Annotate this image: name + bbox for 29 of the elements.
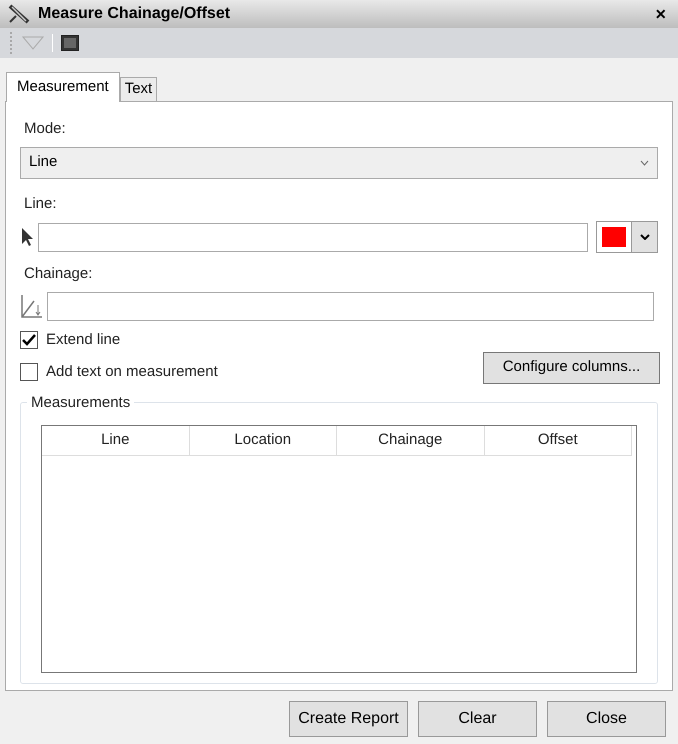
checkbox-label: Add text on measurement: [46, 362, 218, 382]
mode-label: Mode:: [24, 119, 67, 139]
dialog-button[interactable]: Create Report: [289, 701, 408, 737]
chainage-icon[interactable]: [20, 293, 44, 319]
column-header[interactable]: Offset: [484, 426, 632, 454]
column-header[interactable]: Chainage: [337, 426, 484, 454]
pointer-icon[interactable]: [20, 227, 34, 247]
configure-columns-button[interactable]: Configure columns...: [483, 352, 660, 384]
checkbox[interactable]: [20, 363, 38, 382]
chevron-down-icon: [640, 160, 649, 166]
mode-dropdown[interactable]: Line: [20, 146, 658, 178]
checkbox-label: Extend line: [46, 330, 120, 350]
console-icon[interactable]: [61, 35, 79, 51]
color-picker[interactable]: [596, 221, 658, 253]
dialog-button[interactable]: Close: [547, 701, 666, 737]
close-button[interactable]: ×: [651, 5, 670, 23]
chainage-label: Chainage:: [24, 264, 94, 284]
tab[interactable]: Text: [120, 77, 158, 101]
line-label: Line:: [24, 194, 58, 214]
column-header[interactable]: Location: [190, 426, 337, 454]
ruler-icon: [8, 4, 30, 24]
grip-icon: [8, 32, 14, 54]
tab[interactable]: Measurement: [6, 72, 120, 102]
window-title: Measure Chainage/Offset: [38, 4, 232, 24]
check-icon: [22, 334, 36, 346]
caret-icon: [640, 234, 650, 240]
column-header[interactable]: Line: [42, 426, 190, 454]
checkbox[interactable]: [20, 330, 38, 349]
dialog-button[interactable]: Clear: [418, 701, 537, 737]
